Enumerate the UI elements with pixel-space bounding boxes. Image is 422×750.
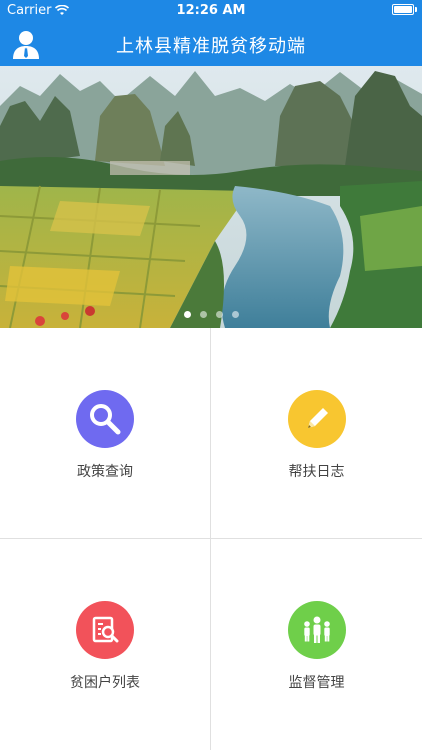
pencil-icon bbox=[287, 390, 346, 448]
nav-bar: 上林县精准脱贫移动端 bbox=[0, 22, 422, 66]
banner-carousel[interactable] bbox=[0, 66, 422, 328]
status-time: 12:26 AM bbox=[176, 3, 246, 18]
search-icon bbox=[76, 390, 134, 448]
people-icon bbox=[287, 601, 346, 659]
menu-label: 政策查询 bbox=[77, 464, 133, 480]
page-title: 上林县精准脱贫移动端 bbox=[116, 36, 306, 57]
banner-image bbox=[0, 66, 422, 328]
list-search-icon bbox=[76, 601, 134, 659]
carousel-dot[interactable] bbox=[199, 311, 207, 318]
menu-grid: 政策查询 帮扶日志 贫困户列表 监督管理 bbox=[0, 328, 422, 750]
menu-assistance-log[interactable]: 帮扶日志 bbox=[211, 328, 422, 538]
battery-icon bbox=[392, 4, 417, 15]
status-bar: Carrier 12:26 AM bbox=[0, 0, 422, 22]
menu-label: 监督管理 bbox=[288, 675, 345, 691]
carousel-dot[interactable] bbox=[215, 311, 223, 318]
carousel-dot[interactable] bbox=[183, 311, 191, 318]
menu-poor-household-list[interactable]: 贫困户列表 bbox=[0, 539, 210, 750]
carousel-indicator[interactable] bbox=[0, 311, 422, 318]
menu-policy-query[interactable]: 政策查询 bbox=[0, 328, 210, 538]
menu-label: 贫困户列表 bbox=[70, 675, 140, 691]
carousel-dot[interactable] bbox=[231, 311, 239, 318]
menu-label: 帮扶日志 bbox=[288, 464, 345, 480]
menu-supervision[interactable]: 监督管理 bbox=[211, 539, 422, 750]
